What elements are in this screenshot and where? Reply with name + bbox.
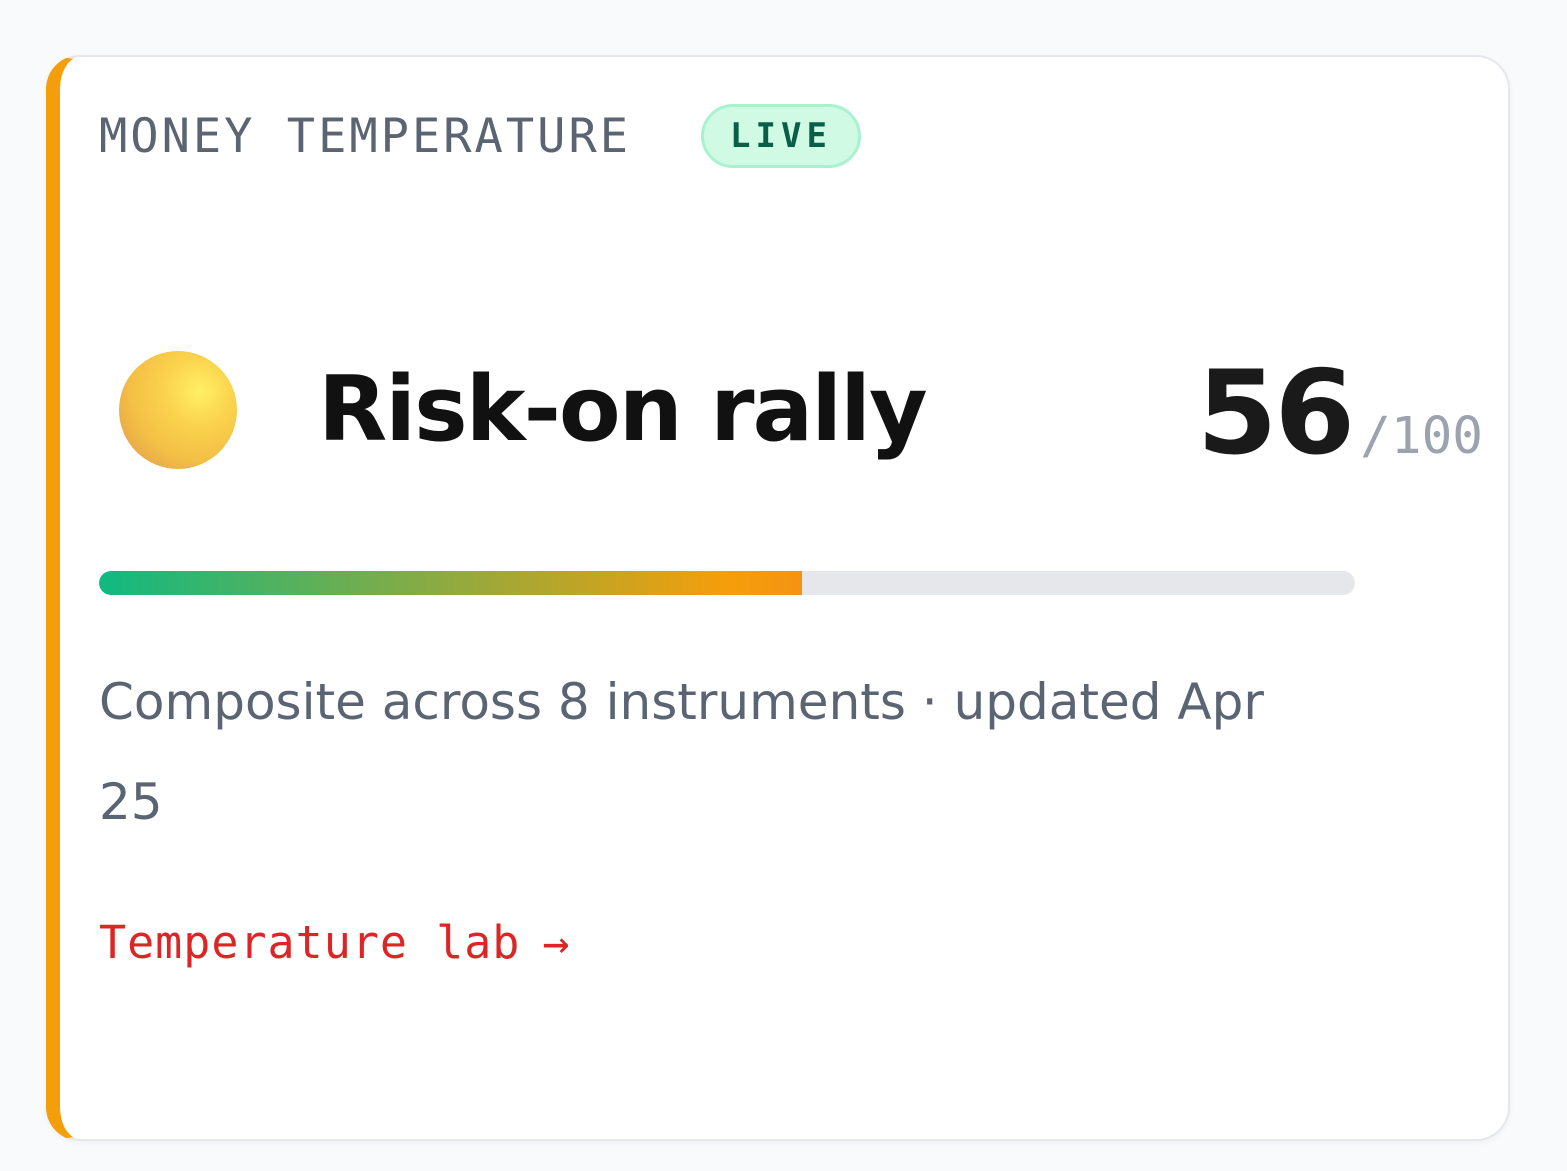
money-temperature-card <box>46 55 1510 1141</box>
temperature-progress-bar <box>99 571 1355 595</box>
orb-icon <box>119 351 237 469</box>
score-readout: 56 /100 <box>1197 356 1483 472</box>
card-eyebrow-title: MONEY TEMPERATURE <box>99 108 632 164</box>
live-badge: LIVE <box>701 104 861 168</box>
score-value: 56 <box>1196 346 1355 481</box>
card-description: Composite across 8 instruments · updated… <box>99 673 1264 831</box>
score-max: /100 <box>1360 407 1483 466</box>
arrow-right-icon: → <box>542 916 571 969</box>
status-title: Risk-on rally <box>318 357 928 462</box>
temperature-lab-label: Temperature lab <box>99 916 521 969</box>
card-header: MONEY TEMPERATURE LIVE <box>99 104 861 168</box>
temperature-lab-link[interactable]: Temperature lab → <box>99 920 570 965</box>
temperature-progress-fill <box>99 571 802 595</box>
